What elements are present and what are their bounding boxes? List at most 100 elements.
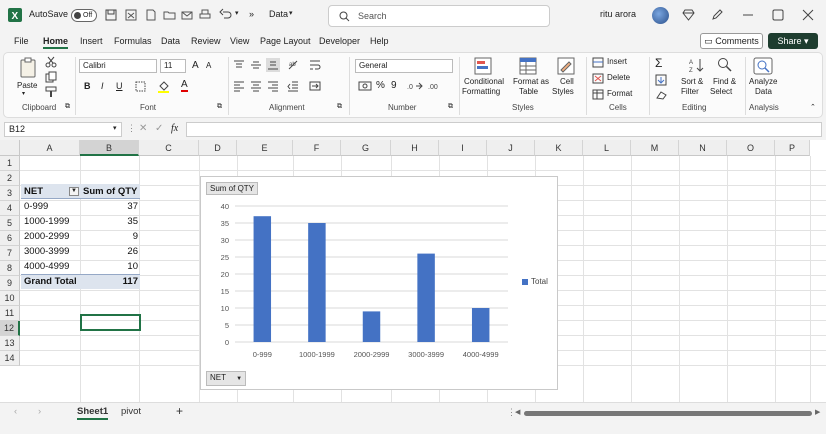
number-format-select[interactable]: General (355, 59, 453, 73)
column-header-j[interactable]: J (487, 140, 535, 156)
find-select-icon[interactable] (717, 57, 733, 73)
delete-cells-label[interactable]: Delete (607, 73, 630, 82)
autosave-toggle[interactable]: Off (71, 9, 97, 22)
paste-dropdown-icon[interactable]: ▾ (22, 90, 25, 97)
align-middle-icon[interactable] (250, 59, 262, 71)
column-header-n[interactable]: N (679, 140, 727, 156)
font-size-select[interactable]: 11 (160, 59, 186, 73)
email-icon[interactable] (181, 9, 193, 21)
horizontal-scrollbar-thumb[interactable] (524, 411, 812, 416)
decrease-indent-icon[interactable] (287, 80, 299, 92)
conditional-formatting-label-1[interactable]: Conditional (464, 77, 504, 86)
user-name[interactable]: ritu arora (600, 9, 636, 19)
close-icon[interactable] (802, 9, 814, 21)
delete-cells-icon[interactable] (592, 73, 604, 84)
tab-review[interactable]: Review (191, 36, 221, 46)
add-sheet-button[interactable]: + (176, 404, 183, 418)
merge-center-icon[interactable] (309, 80, 321, 92)
new-file-icon[interactable] (145, 9, 157, 21)
pivot-row-value[interactable]: 37 (100, 201, 138, 212)
pivot-chart[interactable]: Sum of QTY 0 5 10 15 20 25 30 35 40 0-999 1000-199… (200, 176, 558, 390)
undo-icon[interactable] (219, 8, 233, 20)
open-folder-icon[interactable] (163, 9, 176, 21)
name-box-dropdown-icon[interactable]: ▾ (113, 124, 117, 132)
number-launcher-icon[interactable]: ⧉ (448, 103, 453, 111)
analyze-data-label-1[interactable]: Analyze (749, 77, 777, 86)
align-top-icon[interactable] (233, 59, 245, 71)
decrease-decimal-icon[interactable]: .00 (428, 80, 444, 92)
scroll-left-icon[interactable]: ‹ (14, 406, 17, 417)
column-header-p[interactable]: P (775, 140, 810, 156)
font-name-select[interactable]: Calibri (79, 59, 157, 73)
currency-icon[interactable] (358, 80, 372, 92)
select-all-corner[interactable] (0, 140, 20, 156)
print-icon[interactable] (199, 9, 211, 21)
column-header-e[interactable]: E (237, 140, 293, 156)
pivot-total-label[interactable]: Grand Total (24, 276, 77, 287)
row-header-6[interactable]: 6 (0, 231, 20, 246)
insert-function-button[interactable]: fx (171, 123, 178, 134)
row-header-10[interactable]: 10 (0, 291, 20, 306)
alignment-launcher-icon[interactable]: ⧉ (337, 103, 342, 111)
format-painter-icon[interactable] (45, 86, 57, 98)
document-dropdown-icon[interactable]: ▾ (289, 9, 293, 17)
column-header-h[interactable]: H (391, 140, 439, 156)
diamond-icon[interactable] (682, 9, 695, 21)
pivot-row-label[interactable]: 4000-4999 (24, 261, 69, 272)
paste-label[interactable]: Paste (17, 81, 37, 90)
pivot-row-value[interactable]: 26 (100, 246, 138, 257)
cell-styles-icon[interactable] (557, 57, 575, 75)
fill-icon[interactable] (655, 74, 667, 86)
maximize-icon[interactable] (772, 9, 784, 21)
column-header-a[interactable]: A (20, 140, 80, 156)
tab-file[interactable]: File (14, 36, 29, 46)
cell-styles-label-2[interactable]: Styles (552, 87, 574, 96)
sort-filter-icon[interactable]: AZ (689, 57, 705, 73)
name-box[interactable]: B12 (4, 122, 122, 137)
row-header-1[interactable]: 1 (0, 156, 20, 171)
document-name[interactable]: Data (269, 9, 288, 19)
cut-icon[interactable] (45, 56, 57, 68)
conditional-formatting-label-2[interactable]: Formatting (462, 87, 500, 96)
increase-decimal-icon[interactable]: .0 (407, 80, 423, 92)
avatar[interactable] (652, 7, 669, 24)
tab-insert[interactable]: Insert (80, 36, 103, 46)
tab-developer[interactable]: Developer (319, 36, 360, 46)
find-select-label-1[interactable]: Find & (713, 77, 736, 86)
format-cells-icon[interactable] (592, 89, 604, 100)
tab-data[interactable]: Data (161, 36, 180, 46)
pivot-row-label[interactable]: 1000-1999 (24, 216, 69, 227)
font-launcher-icon[interactable]: ⧉ (217, 103, 222, 111)
pen-icon[interactable] (711, 9, 723, 21)
pivot-row-label-header[interactable]: NET (24, 186, 43, 197)
percent-button[interactable]: % (376, 80, 385, 91)
pivot-row-label[interactable]: 3000-3999 (24, 246, 69, 257)
shrink-font-button[interactable]: A (206, 61, 211, 70)
pivot-row-value[interactable]: 10 (100, 261, 138, 272)
minimize-icon[interactable] (742, 9, 754, 21)
column-header-b[interactable]: B (80, 140, 139, 156)
tab-page-layout[interactable]: Page Layout (260, 36, 311, 46)
format-as-table-label-1[interactable]: Format as (513, 77, 549, 86)
row-header-12[interactable]: 12 (0, 321, 20, 336)
grow-font-button[interactable]: A (192, 60, 199, 71)
tab-home[interactable]: Home (43, 36, 69, 49)
sort-filter-label-1[interactable]: Sort & (681, 77, 703, 86)
sheet-tab-sheet1[interactable]: Sheet1 (77, 406, 109, 420)
format-cells-label[interactable]: Format (607, 89, 632, 98)
pivot-row-label[interactable]: 2000-2999 (24, 231, 69, 242)
row-header-2[interactable]: 2 (0, 171, 20, 186)
chart-axis-field-button[interactable]: NET ▼ (206, 371, 247, 386)
borders-icon[interactable] (135, 81, 146, 92)
format-as-table-label-2[interactable]: Table (519, 87, 538, 96)
analyze-data-icon[interactable] (753, 57, 773, 75)
conditional-formatting-icon[interactable] (474, 57, 492, 75)
enter-icon[interactable]: ✓ (155, 123, 163, 134)
comma-button[interactable]: 9 (391, 80, 397, 91)
row-header-8[interactable]: 8 (0, 261, 20, 276)
pivot-row-value[interactable]: 35 (100, 216, 138, 227)
clear-icon[interactable] (655, 90, 667, 100)
pivot-row-value[interactable]: 9 (100, 231, 138, 242)
excel-file-icon[interactable] (125, 9, 137, 21)
sheet-tab-pivot[interactable]: pivot (121, 406, 141, 417)
